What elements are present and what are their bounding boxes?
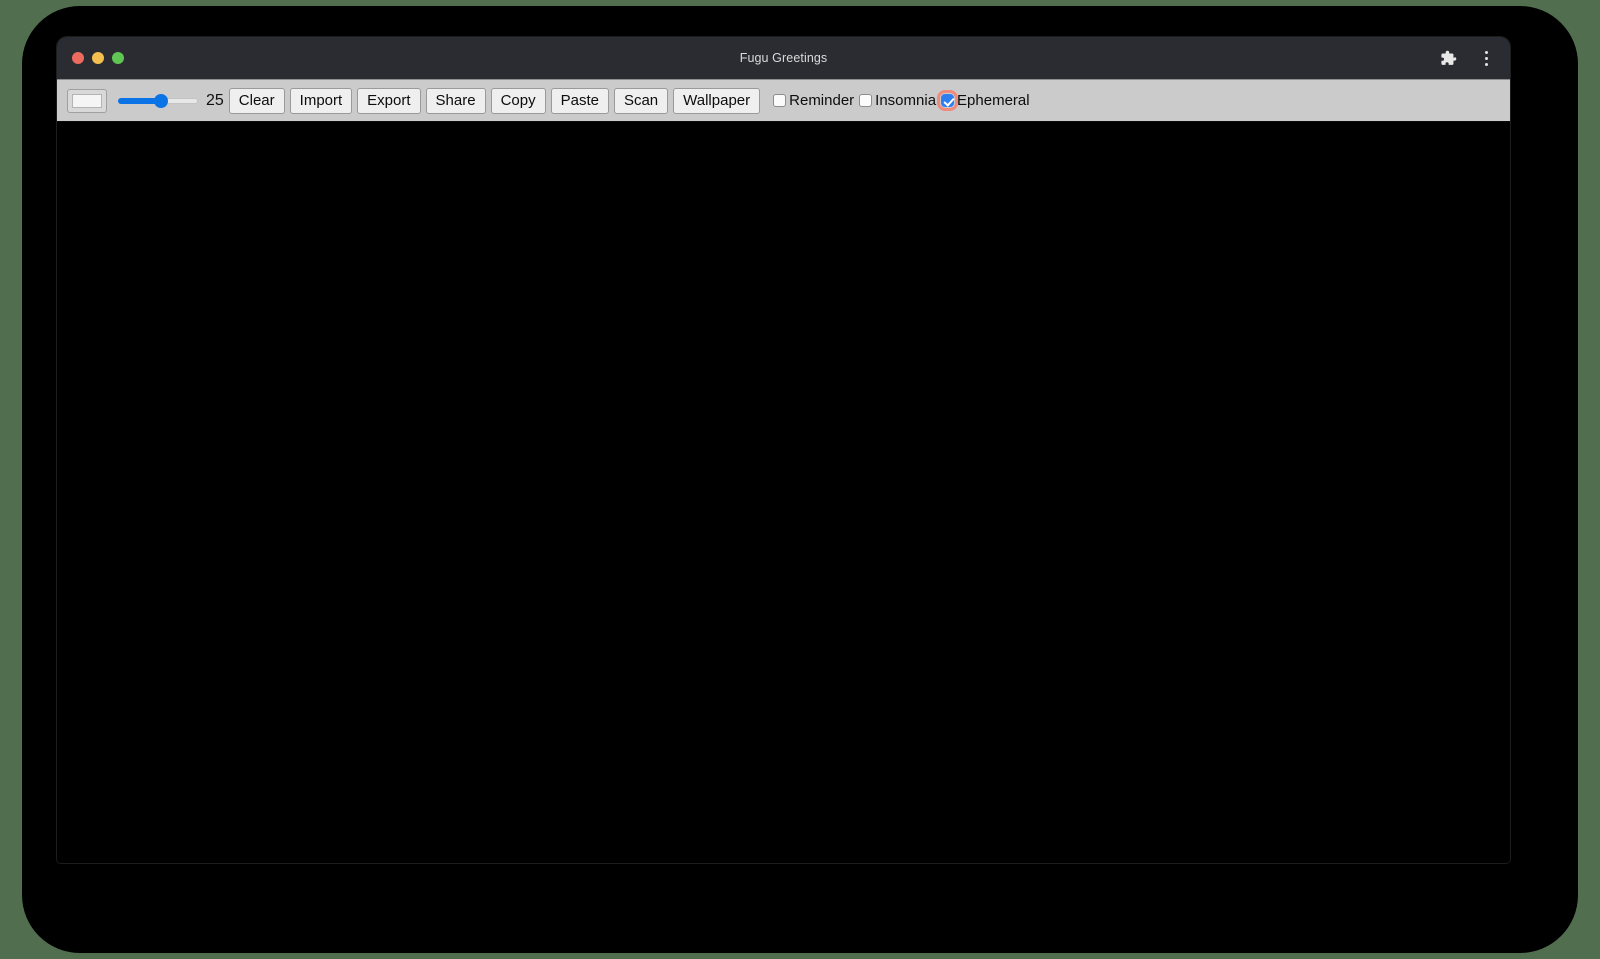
- wallpaper-button[interactable]: Wallpaper: [673, 87, 761, 114]
- ephemeral-checkbox-box[interactable]: [937, 90, 959, 111]
- line-width-slider[interactable]: [118, 91, 198, 111]
- color-picker-swatch: [72, 93, 102, 108]
- drawing-canvas[interactable]: [57, 122, 1510, 863]
- app-toolbar: 25 Clear Import Export Share Copy Paste …: [57, 79, 1510, 122]
- minimize-window-button[interactable]: [92, 52, 104, 64]
- clear-button[interactable]: Clear: [228, 87, 285, 114]
- paste-button[interactable]: Paste: [550, 87, 609, 114]
- color-picker-input[interactable]: [67, 88, 107, 113]
- extensions-puzzle-icon[interactable]: [1438, 48, 1458, 68]
- ephemeral-checkbox[interactable]: Ephemeral: [937, 90, 1030, 111]
- line-width-value: 25: [206, 91, 224, 109]
- title-bar: Fugu Greetings: [57, 37, 1510, 79]
- import-button[interactable]: Import: [289, 87, 353, 114]
- close-window-button[interactable]: [72, 52, 84, 64]
- title-bar-actions: [1438, 37, 1496, 79]
- maximize-window-button[interactable]: [112, 52, 124, 64]
- reminder-checkbox-box[interactable]: [773, 94, 787, 107]
- browser-menu-kebab-icon[interactable]: [1476, 48, 1496, 68]
- application-window: Fugu Greetings 25 Clear Import Export Sh…: [57, 37, 1510, 863]
- reminder-checkbox[interactable]: Reminder: [773, 91, 855, 109]
- reminder-checkbox-label: Reminder: [789, 91, 855, 109]
- window-controls: [72, 37, 124, 79]
- copy-button[interactable]: Copy: [490, 87, 546, 114]
- insomnia-checkbox-box[interactable]: [859, 94, 873, 107]
- insomnia-checkbox[interactable]: Insomnia: [859, 91, 937, 109]
- ephemeral-checkbox-label: Ephemeral: [957, 91, 1030, 109]
- insomnia-checkbox-label: Insomnia: [875, 91, 937, 109]
- share-button[interactable]: Share: [425, 87, 486, 114]
- page-title: Fugu Greetings: [739, 51, 828, 65]
- export-button[interactable]: Export: [357, 87, 421, 114]
- slider-thumb[interactable]: [154, 93, 168, 108]
- scan-button[interactable]: Scan: [613, 87, 669, 114]
